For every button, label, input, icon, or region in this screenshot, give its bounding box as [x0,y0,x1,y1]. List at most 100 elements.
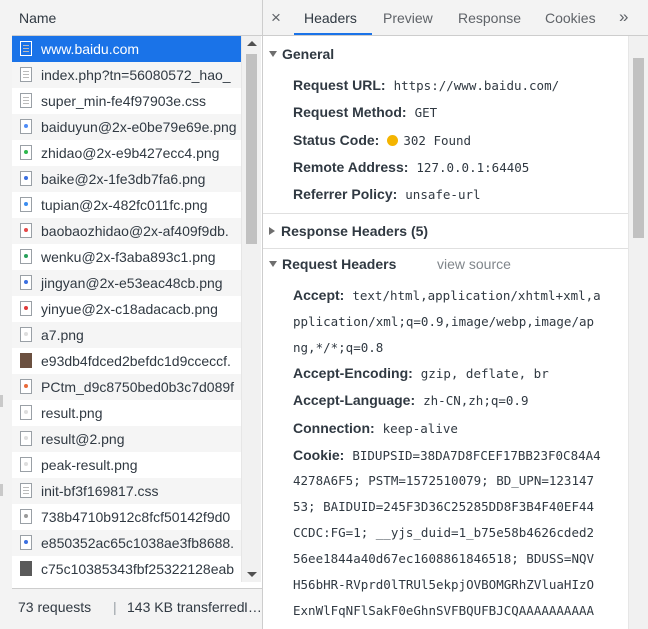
more-tabs-icon[interactable]: » [619,7,629,27]
photo-icon [20,353,32,368]
image-icon [20,171,32,186]
request-row[interactable]: tupian@2x-482fc011fc.png [12,192,241,218]
request-row[interactable]: baike@2x-1fe3db7fa6.png [12,166,241,192]
general-section-toggle[interactable]: General [269,46,334,62]
request-name: result@2.png [41,431,125,447]
accept-language-row: Accept-Language: zh-CN,zh;q=0.9 [293,392,528,408]
request-name: baike@2x-1fe3db7fa6.png [41,171,206,187]
cookie-value-line: ExnWlFqNFlSakF0eGhnSVFBQUFBJCQAAAAAAAAAA [293,603,595,618]
document-icon [20,93,32,108]
referrer-policy-row: Referrer Policy: unsafe-url [293,186,481,202]
accept-language-label: Accept-Language: [293,392,416,408]
image-icon [20,431,32,446]
referrer-policy-label: Referrer Policy: [293,186,398,202]
request-row[interactable]: zhidao@2x-e9b427ecc4.png [12,140,241,166]
scrollbar-thumb[interactable] [246,54,257,244]
request-row[interactable]: e93db4fdced2befdc1d9cceccf. [12,348,241,374]
headers-content: General Request URL: https://www.baidu.co… [263,36,628,629]
accept-value-line: ng,*/*;q=0.8 [293,340,384,355]
details-scrollbar[interactable] [628,36,648,629]
request-url-label: Request URL: [293,77,386,93]
request-row[interactable]: baiduyun@2x-e0be79e69e.png [12,114,241,140]
close-icon[interactable]: × [271,8,281,28]
photo-icon [20,561,32,576]
request-row[interactable]: a7.png [12,322,241,348]
image-icon [20,457,32,472]
request-row[interactable]: baobaozhidao@2x-af409f9db. [12,218,241,244]
response-headers-title: Response Headers (5) [281,223,429,239]
image-icon [20,379,32,394]
request-list[interactable]: www.baidu.com index.php?tn=56080572_hao_ s… [12,36,241,582]
cookie-row: Cookie: BIDUPSID=38DA7D8FCEF17BB23F0C84A4 [293,447,601,463]
image-preview-dot [24,540,28,544]
document-icon [20,41,32,56]
scroll-up-arrow-icon[interactable] [247,41,257,46]
request-row[interactable]: e850352ac65c1038ae3fb8688. [12,530,241,556]
section-divider [263,213,628,214]
cookie-value-line: H56bHR-RVprd0lTRUl5ekpjOVBOMGRhZVluaHIzO [293,577,595,592]
tab-cookies[interactable]: Cookies [545,10,596,26]
active-tab-indicator [294,33,372,35]
image-preview-dot [24,306,28,310]
request-row[interactable]: c75c10385343fbf25322128eab [12,556,241,582]
image-preview-dot [24,150,28,154]
request-list-scrollbar[interactable] [241,36,261,582]
image-icon [20,119,32,134]
image-preview-dot [24,202,28,206]
request-url-value: https://www.baidu.com/ [393,78,560,93]
response-headers-toggle[interactable]: Response Headers (5) [269,223,428,239]
request-row[interactable]: result@2.png [12,426,241,452]
request-name: a7.png [41,327,84,343]
image-icon [20,197,32,212]
request-row[interactable]: PCtm_d9c8750bed0b3c7d089f [12,374,241,400]
request-method-value: GET [414,105,438,120]
cookie-value-line: CCDC:FG=1; __yjs_duid=1_b75e58b4626cded2 [293,525,595,540]
request-count: 73 requests [18,599,92,615]
network-summary-bar: 73 requests | 143 KB transferred I… [12,588,262,629]
document-icon [20,67,32,82]
image-preview-dot [24,384,28,388]
request-name: PCtm_d9c8750bed0b3c7d089f [41,379,235,395]
image-preview-dot [24,332,28,336]
gutter-marker [0,395,3,407]
request-list-pane: Name www.baidu.com index.php?tn=56080572_… [12,0,263,629]
request-row[interactable]: peak-result.png [12,452,241,478]
view-source-link[interactable]: view source [437,256,511,272]
image-icon [20,301,32,316]
request-row[interactable]: wenku@2x-f3aba893c1.png [12,244,241,270]
scrollbar-thumb[interactable] [633,58,644,238]
image-icon [20,327,32,342]
tab-preview[interactable]: Preview [383,10,433,26]
accept-language-value: zh-CN,zh;q=0.9 [423,393,529,408]
request-row[interactable]: 738b4710b912c8fcf50142f9d0 [12,504,241,530]
status-dot-icon [387,135,399,146]
request-details-pane: × Headers Preview Response Cookies » Gen… [263,0,648,629]
request-name: zhidao@2x-e9b427ecc4.png [41,145,220,161]
scroll-down-arrow-icon[interactable] [247,572,257,577]
transferred-size: 143 KB transferred [127,599,245,615]
summary-overflow: I… [244,599,262,615]
tab-headers[interactable]: Headers [304,10,357,26]
request-name: yinyue@2x-c18adacacb.png [41,301,218,317]
request-row[interactable]: yinyue@2x-c18adacacb.png [12,296,241,322]
request-url-row: Request URL: https://www.baidu.com/ [293,77,559,93]
request-row[interactable]: jingyan@2x-e53eac48cb.png [12,270,241,296]
request-name: jingyan@2x-e53eac48cb.png [41,275,223,291]
request-method-label: Request Method: [293,104,407,120]
expanded-triangle-icon [269,51,277,57]
request-name: c75c10385343fbf25322128eab [41,561,235,577]
request-row-selected[interactable]: www.baidu.com [12,36,241,62]
request-name: tupian@2x-482fc011fc.png [41,197,208,213]
request-row[interactable]: result.png [12,400,241,426]
request-row[interactable]: init-bf3f169817.css [12,478,241,504]
tab-response[interactable]: Response [458,10,521,26]
image-preview-dot [24,124,28,128]
connection-value: keep-alive [382,421,458,436]
request-headers-toggle[interactable]: Request Headers [269,256,396,272]
name-column-header[interactable]: Name [12,0,262,36]
connection-label: Connection: [293,420,375,436]
accept-value-line: pplication/xml;q=0.9,image/webp,image/ap [293,314,595,329]
request-row[interactable]: super_min-fe4f97903e.css [12,88,241,114]
request-row[interactable]: index.php?tn=56080572_hao_ [12,62,241,88]
gutter-marker [0,484,3,496]
